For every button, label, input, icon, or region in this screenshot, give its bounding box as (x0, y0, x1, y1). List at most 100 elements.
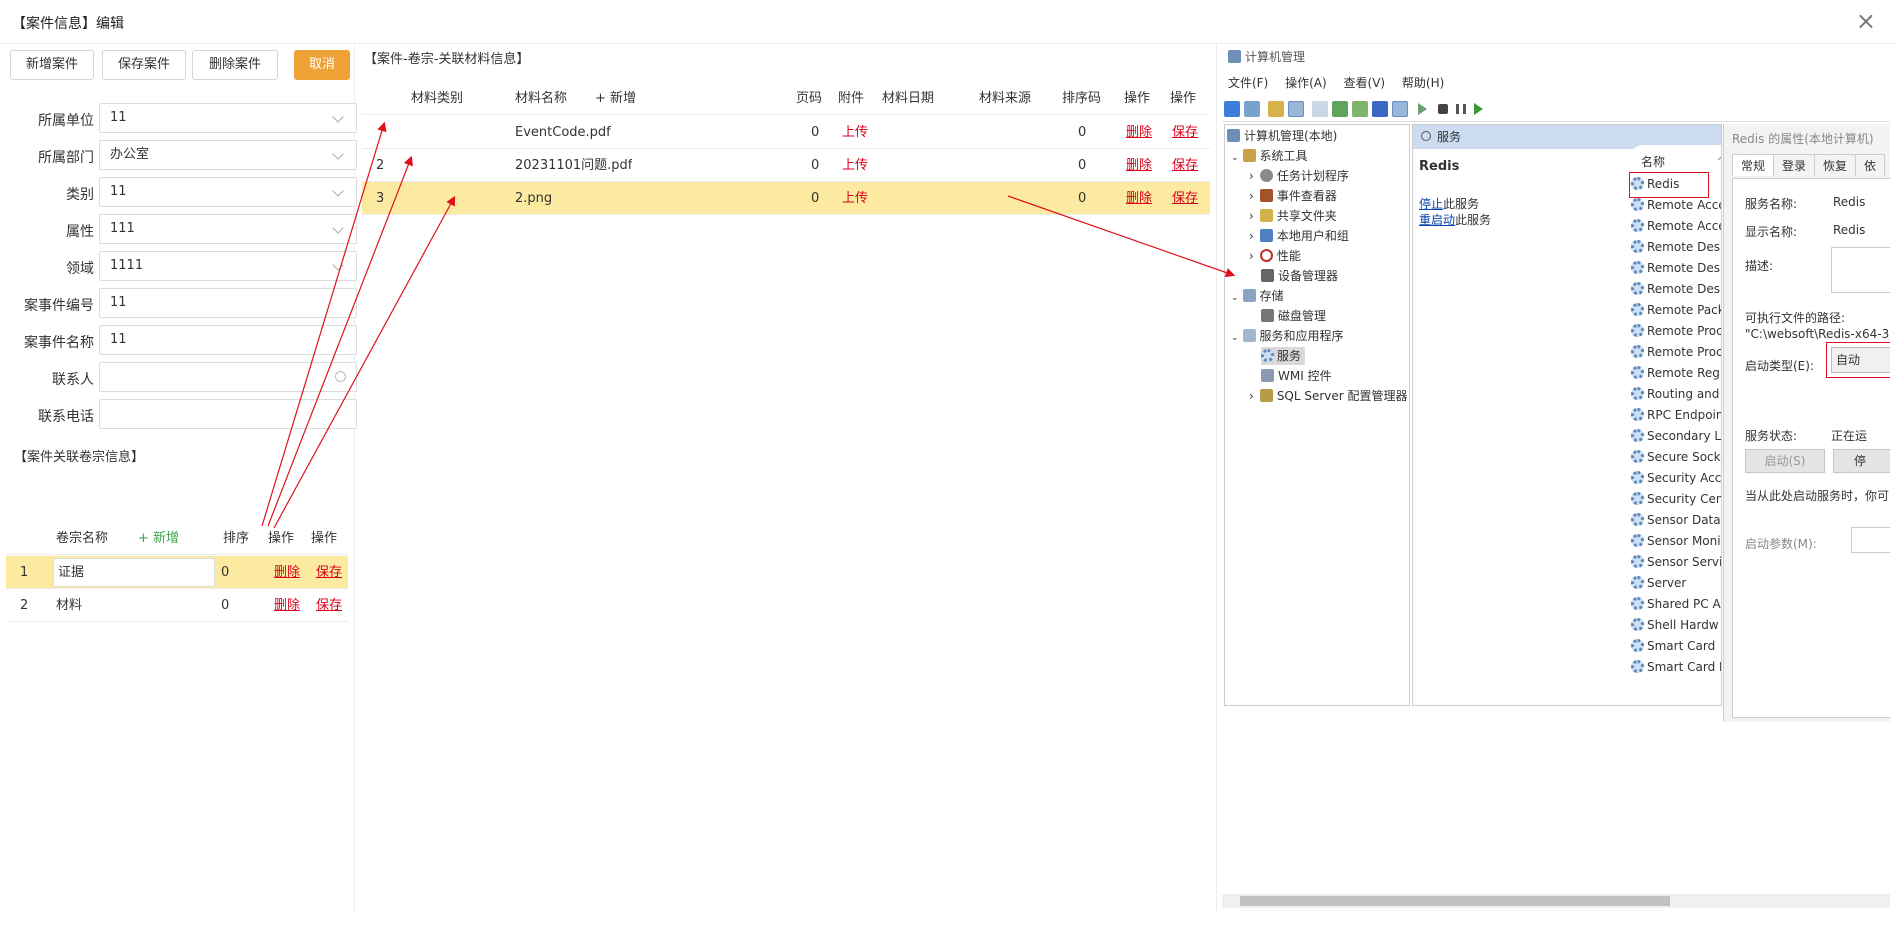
delete-material-link[interactable]: 删除 (1126, 149, 1152, 182)
description-box[interactable] (1831, 247, 1890, 293)
service-list-item[interactable]: Routing and (1631, 385, 1719, 403)
delete-volume-link[interactable]: 删除 (274, 589, 300, 622)
service-list-item[interactable]: Remote Proc (1631, 322, 1721, 340)
service-list-item[interactable]: Sensor Data (1631, 511, 1721, 529)
service-list-item[interactable]: Remote Desk (1631, 238, 1721, 256)
table-row[interactable]: 3 2.png 0 上传 0 删除 保存 (362, 182, 1210, 215)
tree-node-selected[interactable]: 服务 (1261, 347, 1306, 365)
service-list-item[interactable]: RPC Endpoin (1631, 406, 1721, 424)
upload-link[interactable]: 上传 (842, 149, 868, 182)
search-icon[interactable] (335, 371, 346, 382)
phone-input[interactable] (99, 399, 357, 429)
service-list-item[interactable]: Sensor Moni (1631, 532, 1721, 550)
delete-case-button[interactable]: 删除案件 (192, 50, 278, 80)
menu-view[interactable]: 查看(V) (1344, 76, 1386, 90)
service-list-item[interactable]: Remote Regi (1631, 364, 1721, 382)
service-list-item[interactable]: Security Cent (1631, 490, 1721, 508)
attribute-select[interactable]: 111 (99, 214, 357, 244)
save-material-link[interactable]: 保存 (1172, 149, 1198, 182)
service-list-item[interactable]: Remote Acce (1631, 217, 1721, 235)
close-icon[interactable]: × (1856, 9, 1876, 33)
delete-material-link[interactable]: 删除 (1126, 116, 1152, 149)
stop-button[interactable]: 停 (1833, 449, 1890, 473)
table-row[interactable]: 2 20231101问题.pdf 0 上传 0 删除 保存 (362, 149, 1210, 182)
service-list-item[interactable]: Remote Proc (1631, 343, 1721, 361)
service-list-item[interactable]: Remote Pack (1631, 301, 1721, 319)
export-list-icon[interactable] (1352, 101, 1368, 117)
tree-node[interactable]: › 性能 (1249, 247, 1301, 265)
scroll-thumb[interactable] (1240, 896, 1670, 906)
save-material-link[interactable]: 保存 (1172, 182, 1198, 215)
menu-action[interactable]: 操作(A) (1285, 76, 1327, 90)
tab-general[interactable]: 常规 (1732, 154, 1775, 176)
service-list-item[interactable]: Smart Card D (1631, 658, 1721, 676)
restart-service-link[interactable]: 重启动 (1419, 213, 1455, 227)
volume-name-input[interactable]: 证据 (53, 558, 215, 587)
tree-node[interactable]: WMI 控件 (1261, 367, 1332, 385)
up-folder-icon[interactable] (1268, 101, 1284, 117)
stop-service-link[interactable]: 停止 (1419, 197, 1443, 211)
pause-icon[interactable] (1456, 104, 1466, 114)
add-case-button[interactable]: 新增案件 (10, 50, 94, 80)
service-list-item[interactable]: Shared PC A (1631, 595, 1721, 613)
service-list-item[interactable]: Smart Card (1631, 637, 1715, 655)
tab-logon[interactable]: 登录 (1773, 154, 1816, 176)
list-header-name[interactable]: 名称 (1641, 153, 1665, 170)
tree-node[interactable]: › 共享文件夹 (1249, 207, 1337, 225)
tree-node[interactable]: › 本地用户和组 (1249, 227, 1349, 245)
contact-input[interactable] (99, 362, 357, 392)
tree-node[interactable]: ⌄ 服务和应用程序 (1231, 327, 1344, 345)
service-list-item[interactable]: Secure Sock (1631, 448, 1721, 466)
table-row[interactable]: 1 证据 0 删除 保存 (6, 556, 348, 589)
domain-select[interactable]: 1111 (99, 251, 357, 281)
save-case-button[interactable]: 保存案件 (102, 50, 186, 80)
tree-node[interactable]: 设备管理器 (1261, 267, 1338, 285)
save-volume-link[interactable]: 保存 (316, 589, 342, 622)
table-row[interactable]: EventCode.pdf 0 上传 0 删除 保存 (362, 116, 1210, 149)
forward-icon[interactable] (1244, 101, 1260, 117)
start-button[interactable]: 启动(S) (1745, 449, 1825, 473)
case-no-input[interactable]: 11 (99, 288, 357, 318)
play-icon[interactable] (1418, 103, 1427, 115)
stop-icon[interactable] (1438, 104, 1448, 114)
service-list-item[interactable]: Shell Hardw (1631, 616, 1719, 634)
menu-file[interactable]: 文件(F) (1228, 76, 1268, 90)
start-params-input[interactable] (1851, 527, 1890, 553)
unit-select[interactable]: 11 (99, 103, 357, 133)
service-list-item[interactable]: Security Acco (1631, 469, 1721, 487)
category-select[interactable]: 11 (99, 177, 357, 207)
properties-icon[interactable] (1392, 101, 1408, 117)
refresh-icon[interactable] (1332, 101, 1348, 117)
delete-volume-link[interactable]: 删除 (274, 556, 300, 589)
service-list-item[interactable]: Server (1631, 574, 1686, 592)
service-list-item[interactable]: Remote Acce (1631, 196, 1721, 214)
add-material-button[interactable]: + 新增 (595, 82, 636, 115)
save-volume-link[interactable]: 保存 (316, 556, 342, 589)
tree-node[interactable]: ⌄ 存储 (1231, 287, 1284, 305)
menu-help[interactable]: 帮助(H) (1402, 76, 1444, 90)
service-list-item[interactable]: Remote Desk (1631, 280, 1721, 298)
export-icon[interactable] (1312, 101, 1328, 117)
restart-icon[interactable] (1474, 103, 1483, 115)
add-volume-button[interactable]: + 新增 (138, 522, 179, 555)
upload-link[interactable]: 上传 (842, 182, 868, 215)
tree-node[interactable]: › 事件查看器 (1249, 187, 1337, 205)
tree-node[interactable]: ⌄ 系统工具 (1231, 147, 1308, 165)
cancel-button[interactable]: 取消 (294, 50, 350, 80)
tree-node[interactable]: 计算机管理(本地) (1227, 127, 1337, 145)
service-list-item[interactable]: Secondary Lo (1631, 427, 1721, 445)
case-name-input[interactable]: 11 (99, 325, 357, 355)
service-list-item[interactable]: Remote Desk (1631, 259, 1721, 277)
service-list-item[interactable]: Sensor Servi (1631, 553, 1721, 571)
save-material-link[interactable]: 保存 (1172, 116, 1198, 149)
show-tree-icon[interactable] (1288, 101, 1304, 117)
delete-material-link[interactable]: 删除 (1126, 182, 1152, 215)
help-icon[interactable] (1372, 101, 1388, 117)
horizontal-scrollbar[interactable] (1222, 894, 1890, 908)
back-icon[interactable] (1224, 101, 1240, 117)
upload-link[interactable]: 上传 (842, 116, 868, 149)
tree-node[interactable]: 磁盘管理 (1261, 307, 1326, 325)
table-row[interactable]: 2 材料 0 删除 保存 (6, 589, 348, 622)
tree-node[interactable]: › SQL Server 配置管理器 (1249, 387, 1408, 405)
dept-select[interactable]: 办公室 (99, 140, 357, 170)
